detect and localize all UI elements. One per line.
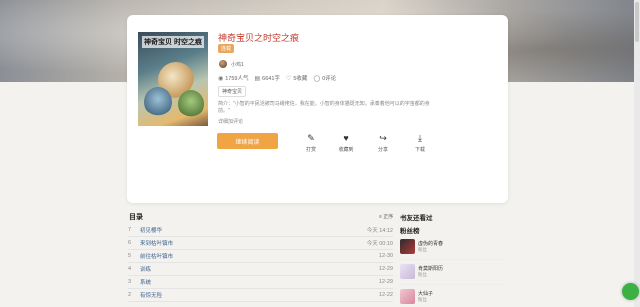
favorite-button[interactable]: ♥ 收藏到 xyxy=(334,133,358,153)
fan-label: 粉丝 xyxy=(418,247,427,252)
status-badge: 连载 xyxy=(218,44,235,53)
continue-reading-button[interactable]: 继续阅读 xyxy=(217,133,278,149)
cover-title-text: 神奇宝贝 时空之痕 xyxy=(142,36,204,48)
book-cover-image[interactable]: 神奇宝贝 时空之痕 xyxy=(138,32,208,126)
pen-icon: ✎ xyxy=(307,133,315,143)
chapter-row[interactable]: 7 初见樱华 今天 14:12 xyxy=(128,224,393,237)
book-stats: ◉ 1759人气 ▤ 6641字 ♡ 5收藏 ◯ 0评论 xyxy=(218,74,337,83)
fan-avatar[interactable] xyxy=(400,264,415,279)
book-title: 神奇宝贝之时空之痕 xyxy=(218,33,300,43)
chapter-number: 2 xyxy=(128,292,132,298)
chapter-number: 5 xyxy=(128,253,132,259)
fan-item[interactable]: 虚伪的青春 粉丝 xyxy=(400,236,504,260)
heart-icon: ♥ xyxy=(343,133,349,143)
also-read-heading: 书友还看过 xyxy=(400,215,433,222)
download-icon: ⤓ xyxy=(418,133,422,143)
chapter-date: 12-29 xyxy=(378,279,393,285)
book-icon: ▤ xyxy=(254,75,261,82)
chapter-number: 6 xyxy=(128,240,132,246)
fan-item[interactable]: 大仙子 粉丝 xyxy=(400,286,504,307)
chapter-number: 3 xyxy=(128,279,132,285)
fan-label: 粉丝 xyxy=(418,272,427,277)
chapter-date: 12-22 xyxy=(378,292,393,298)
stat-likes: ♡ 5收藏 xyxy=(285,75,308,83)
stat-words: ▤ 6641字 xyxy=(254,75,280,83)
comment-icon: ◯ xyxy=(313,75,321,82)
chapter-title[interactable]: 前往枯叶镇市 xyxy=(140,252,379,260)
chapter-row[interactable]: 5 前往枯叶镇市 12-30 xyxy=(128,250,393,263)
chapter-number: 4 xyxy=(128,266,132,272)
floating-action-button[interactable] xyxy=(622,283,639,300)
chapter-row[interactable]: 3 系统 12-29 xyxy=(128,276,393,289)
toc-order-toggle[interactable]: ≡ 正序 xyxy=(379,213,393,220)
chapter-title[interactable]: 训练 xyxy=(140,265,379,273)
fan-item[interactable]: 肯莫斯阳历 粉丝 xyxy=(400,261,504,285)
tip-button[interactable]: ✎ 打赏 xyxy=(299,133,323,153)
author-avatar[interactable] xyxy=(219,60,227,68)
chapter-title[interactable]: 来到枯叶镇市 xyxy=(140,239,367,247)
chapter-date: 今天 14:12 xyxy=(366,228,393,234)
book-info-card: 神奇宝贝 时空之痕 神奇宝贝之时空之痕 连载 小鸡1 ◉ 1759人气 ▤ 6641… xyxy=(127,15,508,203)
chapter-date: 12-30 xyxy=(378,253,393,259)
fan-name[interactable]: 大仙子 xyxy=(418,290,433,297)
heart-outline-icon: ♡ xyxy=(285,75,292,82)
scrollbar-thumb[interactable] xyxy=(635,2,639,42)
scrollbar[interactable] xyxy=(634,0,640,307)
share-icon: ↪ xyxy=(379,133,387,143)
fan-avatar[interactable] xyxy=(400,239,415,254)
stat-comments: ◯ 0评论 xyxy=(313,75,337,83)
chapter-row[interactable]: 6 来到枯叶镇市 今天 00:10 xyxy=(128,237,393,250)
chapter-row[interactable]: 2 有惊无险 12-22 xyxy=(128,289,393,302)
fan-name[interactable]: 肯莫斯阳历 xyxy=(418,265,443,272)
share-button[interactable]: ↪ 分享 xyxy=(371,133,395,153)
fan-name[interactable]: 虚伪的青春 xyxy=(418,240,443,247)
fan-ranking-heading: 粉丝榜 xyxy=(400,228,420,235)
download-button[interactable]: ⤓ 下载 xyxy=(408,133,432,153)
chapter-title[interactable]: 系统 xyxy=(140,278,379,286)
genre-tag[interactable]: 神奇宝贝 xyxy=(218,86,247,97)
toc-title: 目录 xyxy=(129,214,143,221)
fan-avatar[interactable] xyxy=(400,289,415,304)
book-intro: 简介："小智的平民活被司马峨佬信，我在能，小智的身体猫斑无知，承奏着他可以的宇宙… xyxy=(218,101,430,114)
chapter-title[interactable]: 初见樱华 xyxy=(140,226,367,234)
chapter-row[interactable]: 4 训练 12-29 xyxy=(128,263,393,276)
toc-list: 7 初见樱华 今天 14:12 6 来到枯叶镇市 今天 00:10 5 前往枯叶… xyxy=(128,224,393,302)
chapter-date: 今天 00:10 xyxy=(366,241,393,247)
eye-icon: ◉ xyxy=(218,75,224,82)
stat-popularity: ◉ 1759人气 xyxy=(218,75,249,83)
fan-label: 粉丝 xyxy=(418,297,427,302)
author-name[interactable]: 小鸡1 xyxy=(231,61,244,68)
chapter-number: 7 xyxy=(128,227,132,233)
chapter-date: 12-29 xyxy=(378,266,393,272)
intro-more-link[interactable]: 详细加评论 xyxy=(218,118,243,125)
chapter-title[interactable]: 有惊无险 xyxy=(140,291,379,299)
